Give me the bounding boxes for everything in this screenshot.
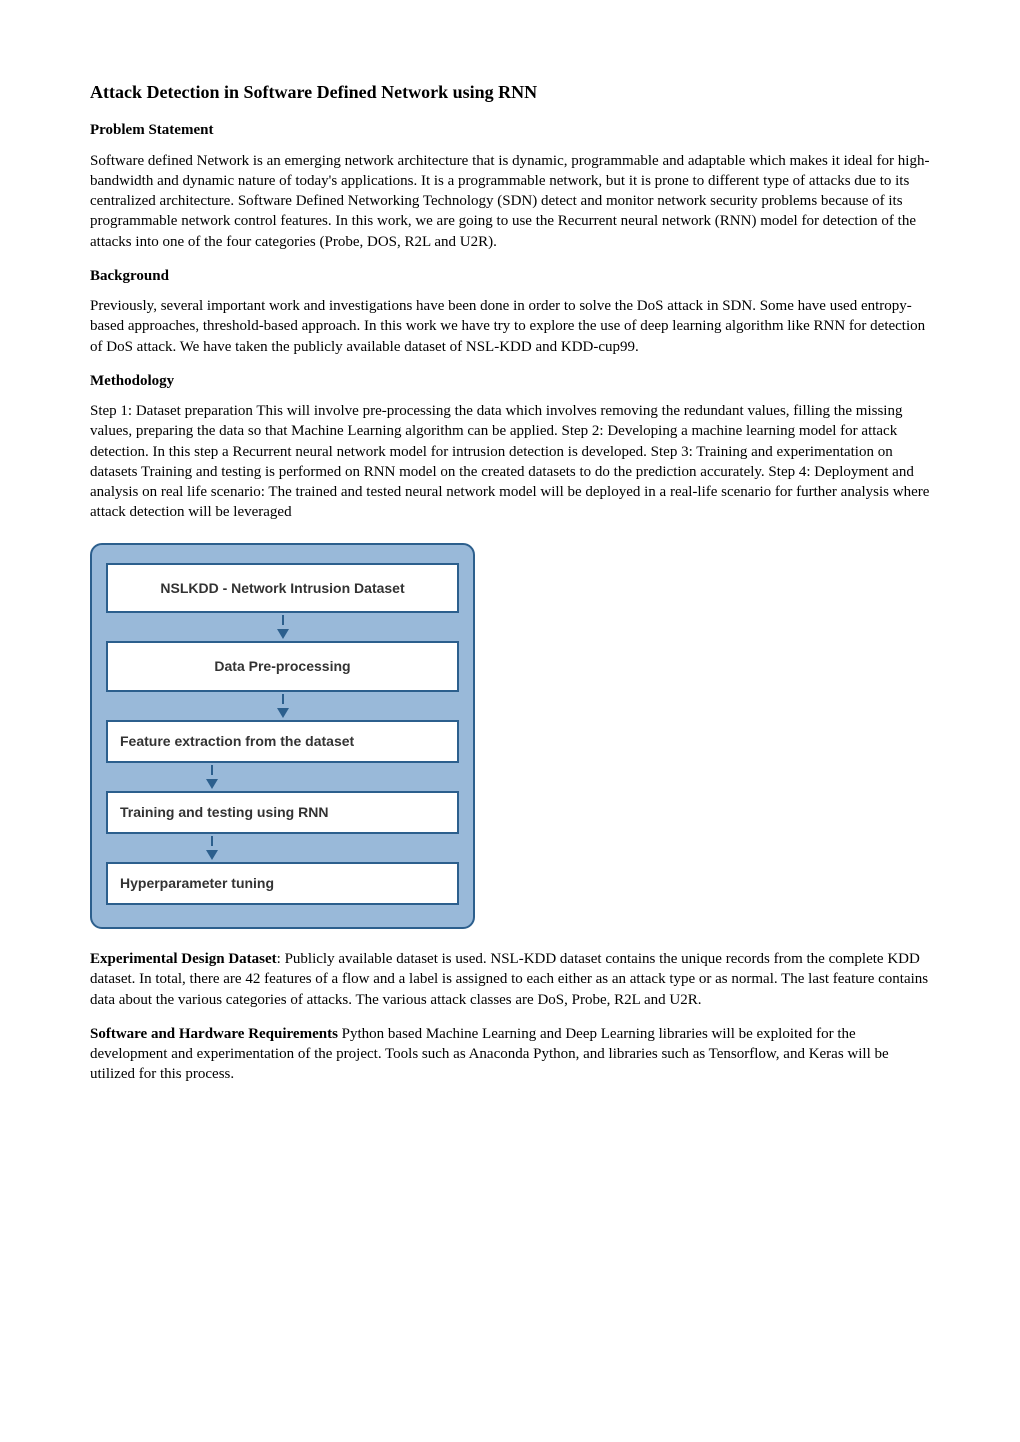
flowchart-node-dataset: NSLKDD - Network Intrusion Dataset (106, 563, 459, 614)
flowchart-container: NSLKDD - Network Intrusion Dataset Data … (90, 543, 475, 929)
lead-experimental-design: Experimental Design Dataset (90, 951, 277, 967)
paragraph-problem-statement: Software defined Network is an emerging … (90, 151, 930, 252)
heading-background: Background (90, 266, 930, 286)
figure-diagram: NSLKDD - Network Intrusion Dataset Data … (90, 543, 930, 929)
arrow-down-icon (277, 694, 289, 718)
paragraph-methodology: Step 1: Dataset preparation This will in… (90, 401, 930, 523)
flowchart-node-preprocessing: Data Pre-processing (106, 641, 459, 692)
heading-methodology: Methodology (90, 371, 930, 391)
paragraph-background: Previously, several important work and i… (90, 296, 930, 357)
heading-problem-statement: Problem Statement (90, 120, 930, 140)
document-title: Attack Detection in Software Defined Net… (90, 80, 930, 104)
flowchart-node-feature-extraction: Feature extraction from the dataset (106, 720, 459, 763)
flowchart-node-hyperparameter: Hyperparameter tuning (106, 862, 459, 905)
arrow-down-icon (206, 836, 218, 860)
arrow-down-icon (277, 615, 289, 639)
paragraph-experimental-design: Experimental Design Dataset: Publicly av… (90, 949, 930, 1010)
lead-software-hardware: Software and Hardware Requirements (90, 1026, 338, 1042)
arrow-down-icon (206, 765, 218, 789)
flowchart-node-training: Training and testing using RNN (106, 791, 459, 834)
paragraph-software-hardware: Software and Hardware Requirements Pytho… (90, 1024, 930, 1085)
